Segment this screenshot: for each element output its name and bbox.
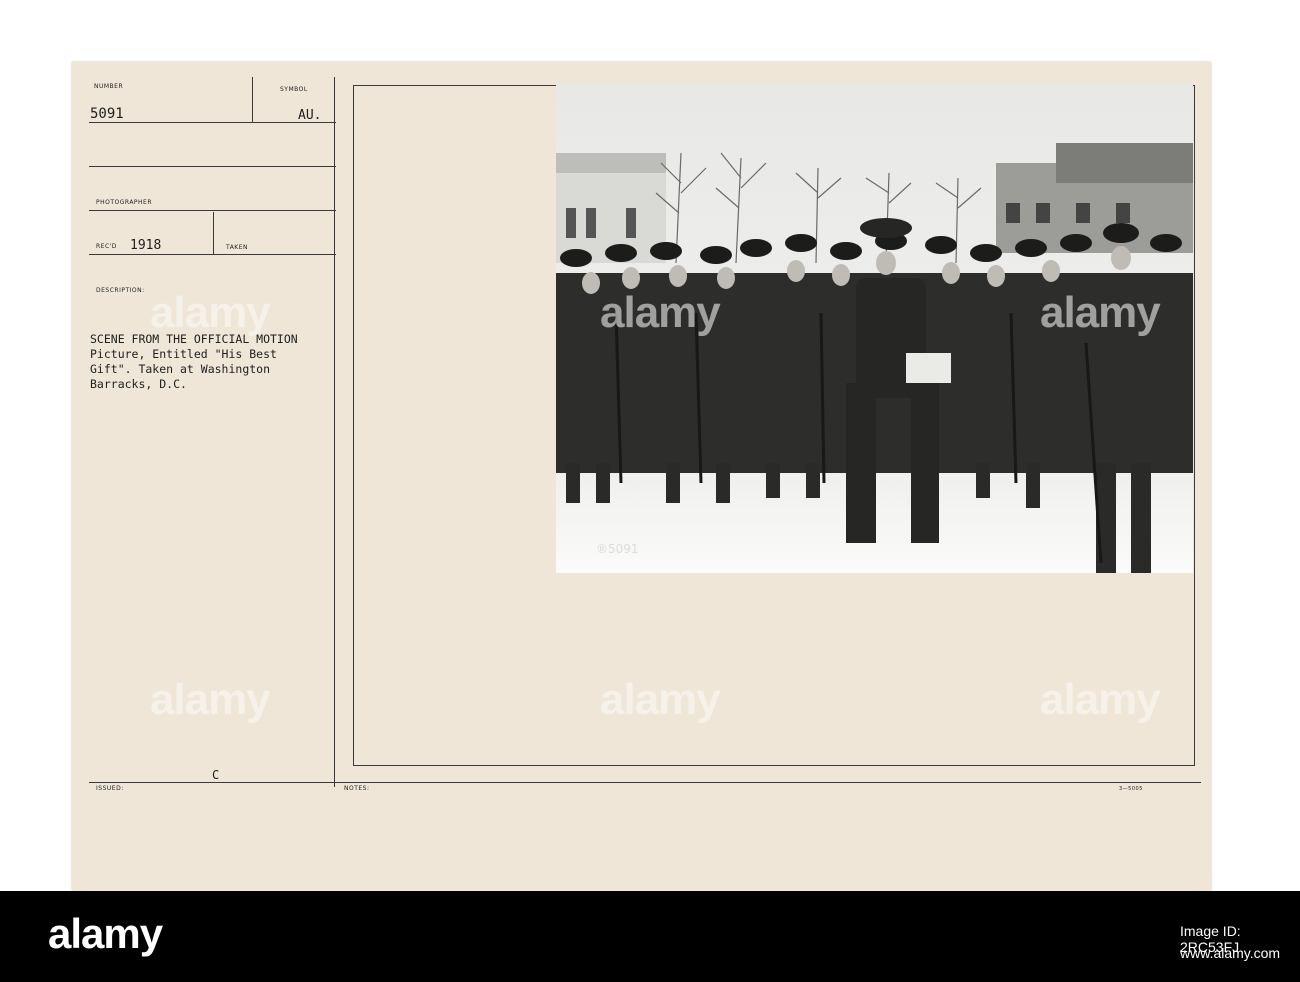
watermark: alamy [150,288,271,337]
photographer-label: PHOTOGRAPHER [96,199,153,206]
stock-logo: alamy [48,910,163,957]
stock-footer [0,891,1300,982]
symbol-value: AU. [298,108,322,123]
record-card: NUMBER 5091 SYMBOL AU. PHOTOGRAPHER REC'… [72,62,1211,891]
taken-label: TAKEN [226,244,249,251]
divider [89,166,336,167]
description-label: DESCRIPTION: [96,287,145,294]
divider [89,782,1201,783]
symbol-label: SYMBOL [280,86,308,93]
divider [334,77,335,787]
photo-number: ®5091 [596,542,639,556]
watermark: alamy [600,675,721,724]
divider [252,77,253,122]
description-line: Barracks, D.C. [90,377,187,391]
number-label: NUMBER [94,83,124,90]
notes-label: NOTES: [344,785,370,792]
watermark: alamy [600,288,721,337]
stock-url: www.alamy.com [1180,945,1281,961]
watermark: alamy [1040,288,1161,337]
divider [89,122,336,123]
divider [89,210,336,211]
description-line: Picture, Entitled "His Best [90,347,277,361]
issued-label: ISSUED: [96,785,124,792]
description-line: Gift". Taken at Washington [90,362,271,376]
description-text: SCENE FROM THE OFFICIAL MOTION Picture, … [90,332,380,392]
divider [213,212,214,254]
divider [89,254,336,255]
form-code: 3—5005 [1119,786,1143,792]
recd-value: 1918 [130,238,162,253]
recd-label: REC'D [96,243,117,250]
watermark: alamy [150,675,271,724]
number-value: 5091 [90,106,124,122]
issued-mark: C [212,768,220,782]
watermark: alamy [1040,675,1161,724]
